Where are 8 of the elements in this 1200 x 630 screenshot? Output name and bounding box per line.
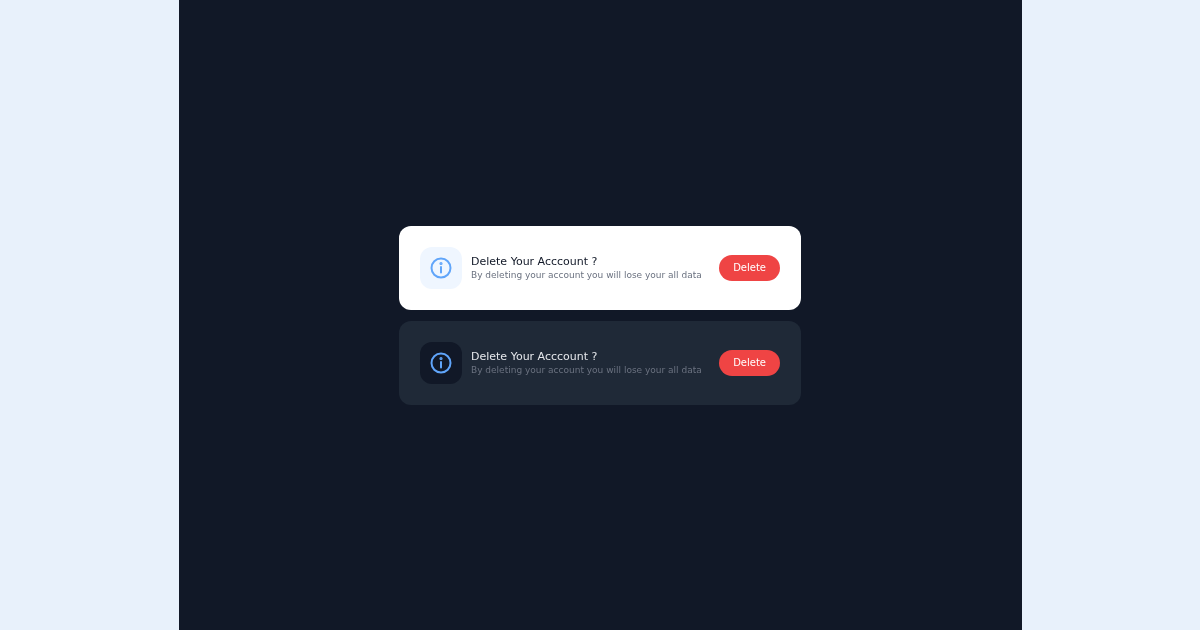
info-icon <box>429 255 453 280</box>
dialog-message: By deleting your account you will lose your all data <box>471 363 703 376</box>
dialog-title: Delete Your Acccount ? <box>471 349 599 364</box>
delete-button[interactable]: Delete <box>719 349 780 376</box>
info-icon <box>429 350 453 375</box>
delete-button[interactable]: Delete <box>719 254 780 281</box>
dialog-message: By deleting your account you will lose your all data <box>471 268 703 281</box>
dialog-title: Delete Your Acccount ? <box>471 254 599 269</box>
